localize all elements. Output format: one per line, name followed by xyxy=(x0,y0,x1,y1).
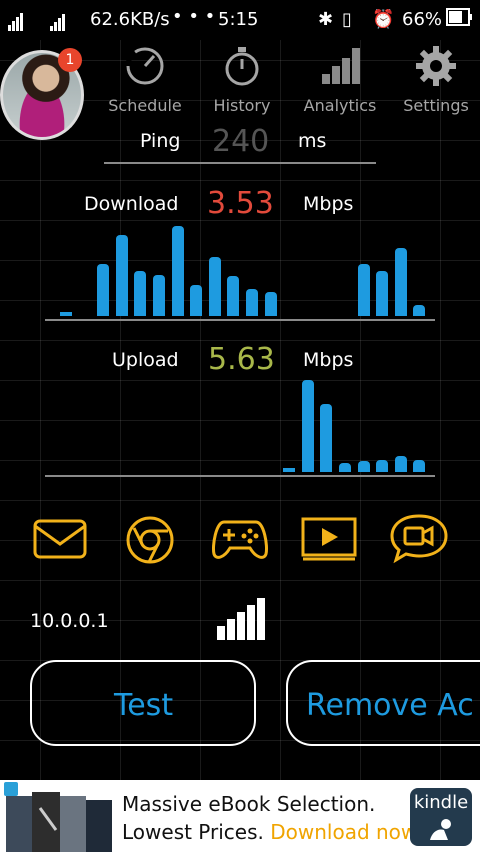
upload-bar xyxy=(302,380,314,472)
download-bar xyxy=(97,264,109,316)
signal-icon xyxy=(8,10,24,31)
download-value: 3.53 xyxy=(207,186,274,221)
clock: 5:15 xyxy=(218,9,259,30)
download-bar xyxy=(413,305,425,316)
upload-bar-chart xyxy=(60,380,425,472)
nav-analytics-label: Analytics xyxy=(303,96,377,115)
upload-bar xyxy=(339,463,351,472)
upload-bar xyxy=(413,460,425,472)
ping-divider xyxy=(104,162,376,164)
download-bar xyxy=(209,257,221,316)
gamepad-icon[interactable] xyxy=(210,516,270,562)
bluetooth-icon: ✱ xyxy=(318,9,334,30)
nav-settings[interactable]: Settings xyxy=(400,44,472,115)
data-icon xyxy=(50,10,66,31)
upload-bar xyxy=(283,468,295,472)
analytics-icon xyxy=(322,48,360,84)
kindle-brand: kindle xyxy=(413,792,469,813)
download-bar xyxy=(265,292,277,316)
ping-label: Ping xyxy=(140,130,181,152)
upload-value: 5.63 xyxy=(208,342,275,377)
alarm-icon: ⏰ xyxy=(372,9,395,30)
ip-address: 10.0.0.1 xyxy=(30,610,109,632)
reader-icon xyxy=(430,819,451,840)
ad-line-1: Massive eBook Selection. xyxy=(122,792,376,816)
book-covers-image xyxy=(6,792,112,852)
test-button[interactable]: Test xyxy=(30,660,256,746)
download-bar-chart xyxy=(60,226,425,316)
signal-bar xyxy=(217,626,225,640)
signal-bar xyxy=(247,605,255,640)
video-chat-icon[interactable] xyxy=(388,512,450,564)
stopwatch-icon xyxy=(225,47,259,86)
upload-bar xyxy=(376,460,388,472)
upload-baseline xyxy=(45,475,435,477)
ad-line-2-text: Lowest Prices. xyxy=(122,820,271,844)
test-button-label: Test xyxy=(114,688,174,723)
ping-unit: ms xyxy=(298,130,327,152)
ad-choices-icon[interactable] xyxy=(4,782,18,796)
signal-bar xyxy=(237,612,245,640)
schedule-icon xyxy=(125,47,164,85)
nav-history-label: History xyxy=(213,96,271,115)
upload-bar xyxy=(358,461,370,472)
battery-icon xyxy=(446,8,472,31)
nav-schedule-label: Schedule xyxy=(108,96,182,115)
ad-banner[interactable]: Massive eBook Selection. Lowest Prices. … xyxy=(0,780,480,854)
ad-line-2: Lowest Prices. Download now xyxy=(122,820,417,844)
battery-level: 66% xyxy=(402,9,443,30)
nav-settings-label: Settings xyxy=(403,96,469,115)
download-bar xyxy=(358,264,370,316)
download-bar xyxy=(190,285,202,316)
signal-bar xyxy=(227,619,235,640)
signal-bar xyxy=(257,598,265,640)
download-bar xyxy=(134,271,146,316)
remove-ads-button-label: Remove Ac xyxy=(306,688,474,723)
download-bar xyxy=(153,275,165,316)
status-bar: 62.6KB/s • • • 5:15 ✱ ▯ ⏰ 66% xyxy=(0,0,480,40)
nav-analytics[interactable]: Analytics xyxy=(300,44,380,115)
download-bar xyxy=(376,271,388,316)
overflow-dots: • • • xyxy=(172,6,216,27)
vibrate-icon: ▯ xyxy=(342,9,352,30)
download-bar xyxy=(116,235,128,316)
upload-label: Upload xyxy=(112,349,179,371)
download-bar xyxy=(246,289,258,316)
browser-icon[interactable] xyxy=(124,514,176,566)
download-bar xyxy=(395,248,407,316)
kindle-logo: kindle xyxy=(410,788,472,846)
download-baseline xyxy=(45,319,435,321)
download-bar xyxy=(60,312,72,316)
gear-icon xyxy=(416,46,456,86)
nav-history[interactable]: History xyxy=(208,44,276,115)
download-label: Download xyxy=(84,193,179,215)
ping-value: 240 xyxy=(212,124,270,159)
download-bar xyxy=(227,276,239,316)
remove-ads-button[interactable]: Remove Ac xyxy=(286,660,480,746)
ad-download-link[interactable]: Download now xyxy=(270,820,417,844)
download-bar xyxy=(172,226,184,316)
notification-badge: 1 xyxy=(58,48,82,72)
upload-bar xyxy=(395,456,407,472)
upload-unit: Mbps xyxy=(303,349,354,371)
download-unit: Mbps xyxy=(303,193,354,215)
nav-schedule[interactable]: Schedule xyxy=(104,44,186,115)
email-icon[interactable] xyxy=(32,518,88,560)
network-speed: 62.6KB/s xyxy=(90,9,170,30)
signal-strength-icon xyxy=(217,598,265,640)
upload-bar xyxy=(320,404,332,472)
video-icon[interactable] xyxy=(300,516,358,562)
